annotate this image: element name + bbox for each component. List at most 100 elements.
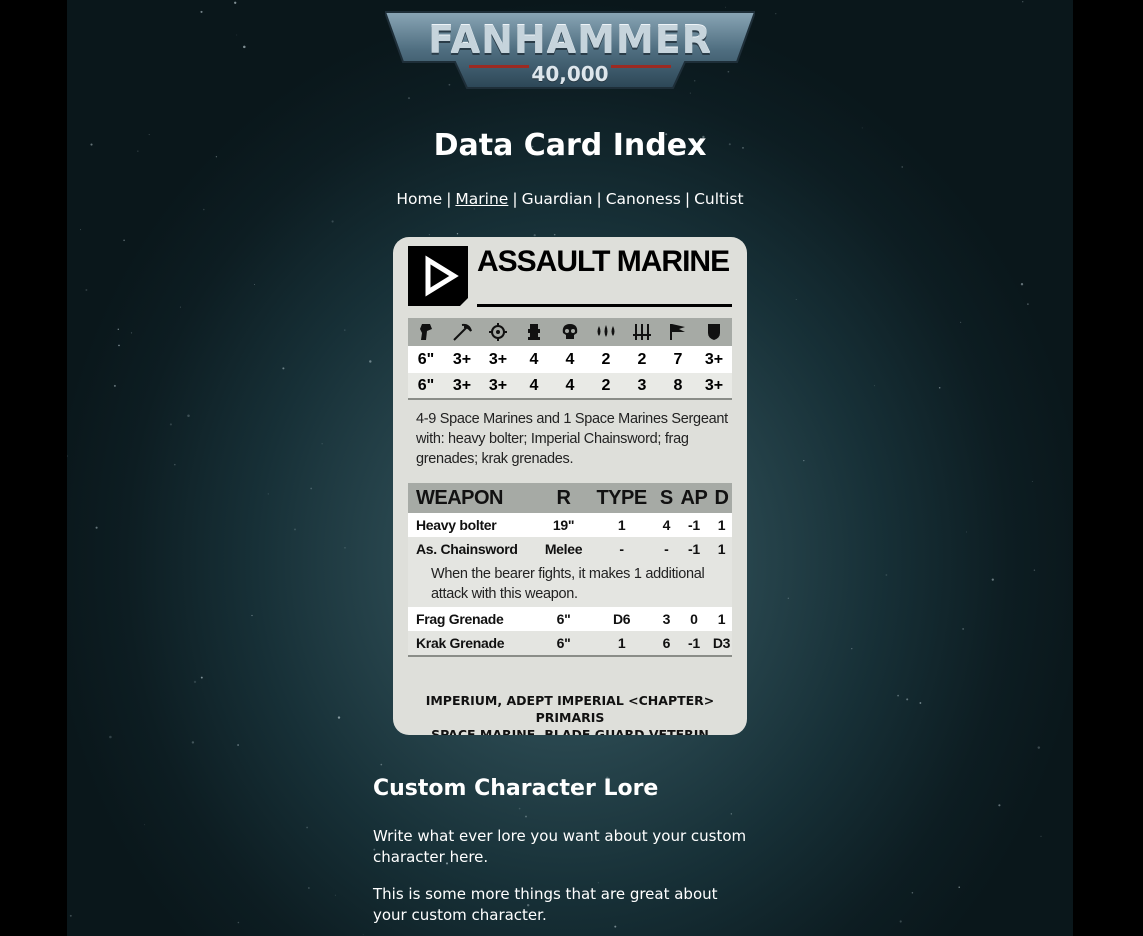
star [193,680,197,684]
title-rule [477,304,732,307]
stat-value: 4 [529,376,539,394]
range-col-header: R [556,486,571,509]
weapon-ability-note: When the bearer fights, it makes 1 addit… [408,561,732,607]
nav-separator: | [512,190,518,208]
star [306,826,308,829]
star [1040,835,1042,837]
star [144,824,146,826]
weapon-header-row: WEAPON R TYPE S AP D [408,483,732,513]
star [787,597,789,599]
ballistic-skill-icon [480,322,516,342]
stat-icon-row [408,318,732,346]
star [991,578,994,581]
star [174,463,176,466]
star [117,328,120,331]
weapon-damage: D3 [712,635,731,651]
star [344,547,346,549]
weapon-strength: 6 [662,635,671,651]
star [344,329,346,331]
star [1031,481,1033,482]
keywords-line: IMPERIUM, ADEPT IMPERIAL <CHAPTER> PRIMA… [425,693,715,725]
star [525,815,527,818]
weapon-damage: 1 [717,541,726,557]
weapon-table: WEAPON R TYPE S AP D Heavy bolter 19" 1 … [408,483,732,657]
ap-col-header: AP [680,486,708,509]
star [282,367,285,370]
star [308,887,310,889]
star [109,735,112,739]
nav-link-marine[interactable]: Marine [455,190,508,208]
fanhammer-logo[interactable]: FANHAMMER 40,000 [385,10,755,90]
play-icon[interactable] [408,246,468,306]
weapon-range: 6" [556,635,571,651]
strength-col-header: S [659,486,673,509]
star [236,34,238,36]
weapon-row: Frag Grenade 6" D6 3 0 1 [408,607,732,631]
weapon-name: As. Chainsword [416,541,518,557]
datacard: ASSAULT MARINE 6" 3+ 3+ 4 4 2 2 7 3+ 6" … [393,237,747,735]
toughness-icon [552,323,588,341]
star [202,208,205,211]
weapon-name: Krak Grenade [416,635,505,651]
star [243,45,246,49]
weapon-damage: 1 [717,611,726,627]
nav-link-cultist[interactable]: Cultist [694,190,744,208]
star [123,239,125,242]
stat-value: 8 [673,376,683,394]
unit-keywords: IMPERIUM, ADEPT IMPERIAL <CHAPTER> PRIMA… [393,692,747,735]
lore-heading: Custom Character Lore [373,776,659,801]
star [294,528,296,531]
stat-value: 3+ [704,350,724,368]
star [237,921,240,924]
star [369,360,372,363]
weapon-range: 19" [552,517,575,533]
nav-link-canoness[interactable]: Canoness [606,190,681,208]
weapon-ap: -1 [688,517,700,533]
star [179,306,181,308]
star [169,423,172,426]
stat-value: 6" [417,376,435,394]
star [906,698,909,701]
star [553,233,556,236]
stat-value: 7 [673,350,683,368]
star [958,886,960,889]
stat-value: 2 [601,350,611,368]
star [1027,303,1029,305]
weapon-type: - [619,541,624,557]
star [851,648,853,650]
page-title: Data Card Index [433,128,707,163]
star [187,414,190,418]
logo-subtitle: 40,000 [531,62,609,86]
stat-value: 4 [565,350,575,368]
main-nav: Home | Marine | Guardian | Canoness | Cultist [67,190,1073,208]
star [1033,569,1036,571]
star [331,220,334,223]
stat-value: 2 [637,350,647,368]
star [200,10,203,13]
star [966,531,967,533]
star [321,443,323,445]
weapon-row: Heavy bolter 19" 1 4 -1 1 [408,513,732,537]
star [191,741,195,744]
stat-value: 3 [637,376,647,394]
star [689,92,691,94]
star [234,1,237,4]
nav-link-guardian[interactable]: Guardian [522,190,593,208]
weapon-row: As. Chainsword Melee - - -1 1 [408,537,732,561]
strength-icon [516,323,552,341]
save-icon [696,323,732,341]
stat-value: 6" [417,350,435,368]
star [473,208,476,210]
star [267,493,269,495]
nav-link-home[interactable]: Home [396,190,442,208]
weapon-type: 1 [617,635,626,651]
star [938,386,941,389]
weapon-name: Heavy bolter [416,517,497,533]
star [724,6,726,8]
leadership-icon [660,323,696,341]
attacks-icon [624,323,660,341]
keywords-line: SPACE MARINE, BLADE GUARD VETERIN [431,727,709,735]
star [362,934,364,936]
stat-value: 3+ [452,376,472,394]
weapon-ap: -1 [688,541,700,557]
